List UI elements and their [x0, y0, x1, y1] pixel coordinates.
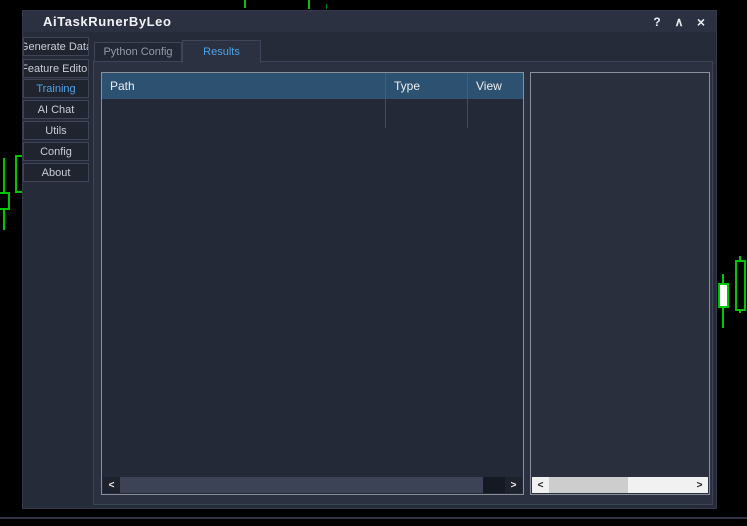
- sidebar-item-config[interactable]: Config: [23, 142, 89, 161]
- help-icon[interactable]: ?: [646, 11, 668, 32]
- scroll-right-icon[interactable]: >: [505, 477, 522, 493]
- scroll-right-icon[interactable]: >: [691, 477, 708, 493]
- table-horizontal-scrollbar[interactable]: < >: [103, 477, 522, 493]
- results-table-header: Path Type View: [102, 73, 523, 99]
- column-header-type[interactable]: Type: [385, 73, 467, 99]
- sidebar-item-feature-editor[interactable]: Feature Editor: [23, 59, 89, 78]
- scroll-left-icon[interactable]: <: [103, 477, 120, 493]
- close-icon[interactable]: ×: [690, 11, 712, 32]
- minimize-icon[interactable]: ∧: [668, 11, 690, 32]
- titlebar[interactable]: AiTaskRunerByLeo ? ∧ ×: [23, 11, 716, 32]
- column-header-view[interactable]: View: [467, 73, 523, 99]
- table-grid-line: [467, 99, 468, 128]
- table-grid-line: [385, 99, 386, 128]
- results-table: Path Type View < >: [101, 72, 524, 495]
- sidebar-item-ai-chat[interactable]: AI Chat: [23, 100, 89, 119]
- sidebar-item-training[interactable]: Training: [23, 79, 89, 98]
- detail-panel: < >: [530, 72, 710, 495]
- column-header-path[interactable]: Path: [102, 73, 385, 99]
- panel-horizontal-scrollbar[interactable]: < >: [532, 477, 708, 493]
- candlestick-wick: [326, 4, 327, 9]
- window-controls: ? ∧ ×: [646, 11, 712, 32]
- scroll-left-icon[interactable]: <: [532, 477, 549, 493]
- tab-results[interactable]: Results: [182, 40, 261, 63]
- sidebar-item-utils[interactable]: Utils: [23, 121, 89, 140]
- candlestick-body: [718, 283, 729, 308]
- candlestick-wick: [244, 0, 246, 8]
- candlestick-body: [735, 260, 746, 311]
- candlestick-body: [0, 192, 10, 210]
- sidebar-item-generate-data[interactable]: Generate Data: [23, 37, 89, 56]
- candlestick-wick: [308, 0, 310, 9]
- sidebar-item-about[interactable]: About: [23, 163, 89, 182]
- scrollbar-thumb[interactable]: [549, 477, 628, 493]
- scrollbar-thumb[interactable]: [120, 477, 483, 493]
- window-title: AiTaskRunerByLeo: [43, 14, 172, 29]
- background-divider-line: [0, 517, 747, 519]
- app-window: AiTaskRunerByLeo ? ∧ × Generate Data Fea…: [22, 10, 717, 509]
- tab-python-config[interactable]: Python Config: [94, 42, 182, 62]
